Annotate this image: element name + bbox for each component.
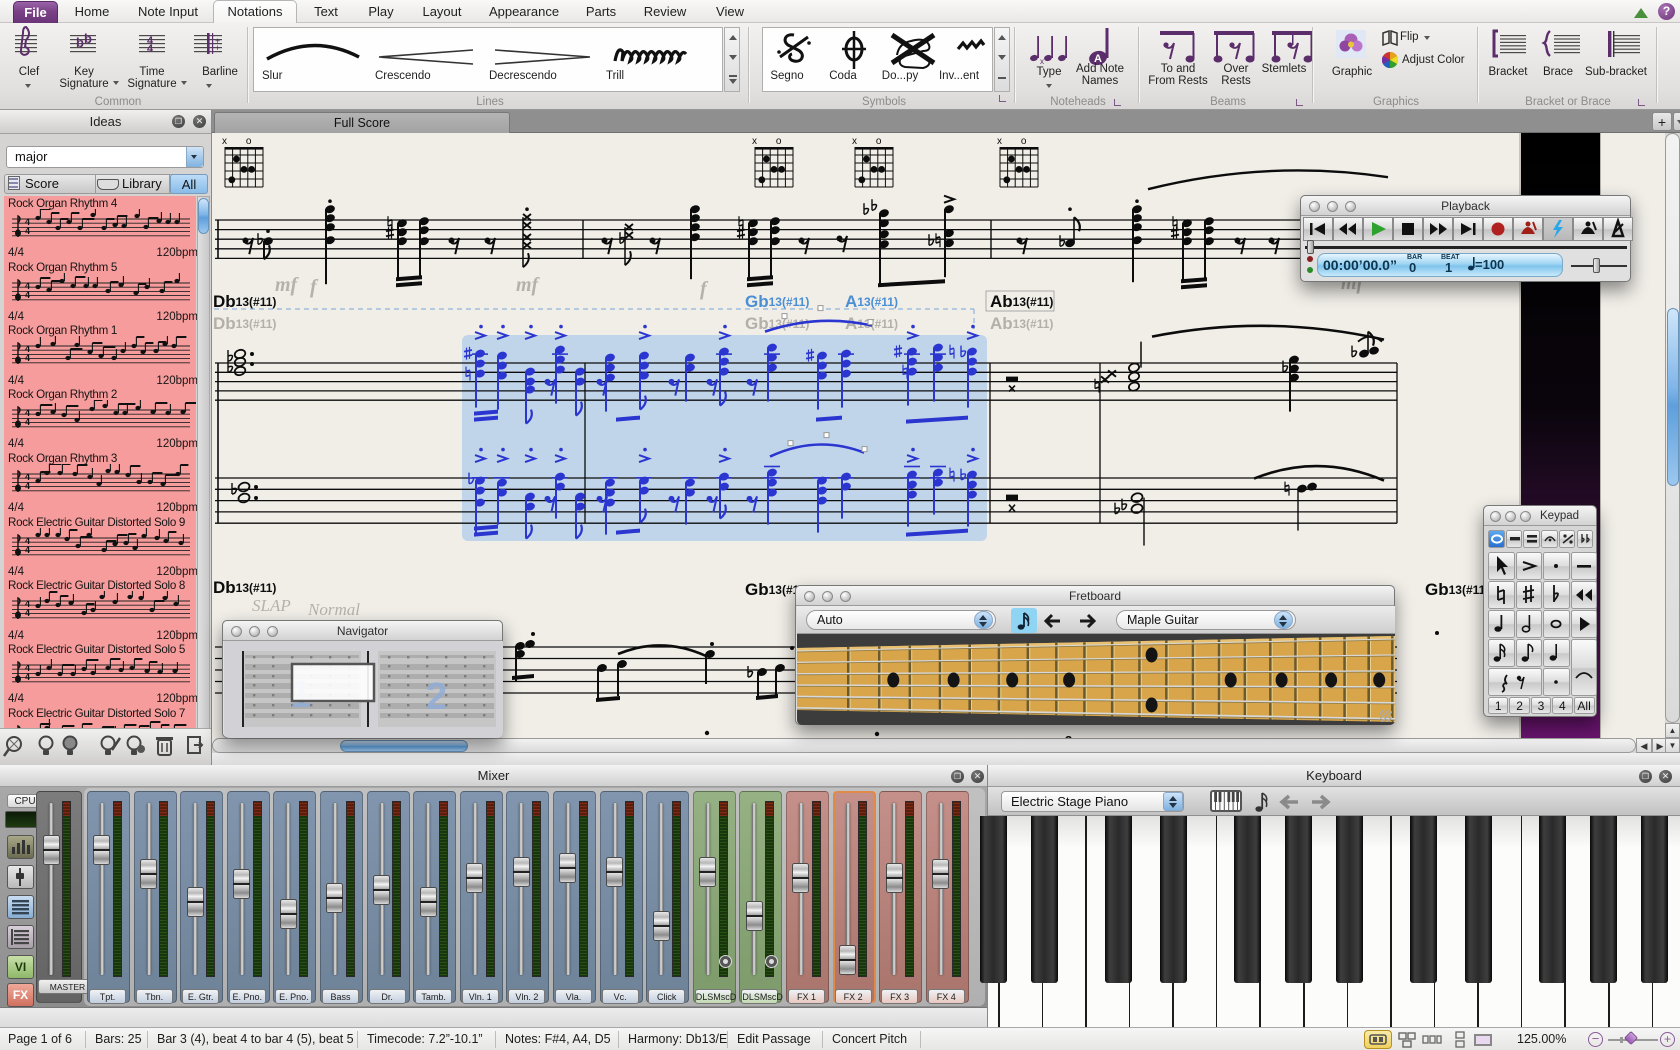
svg-text:4: 4 — [25, 417, 30, 427]
svg-text:Db13(#11): Db13(#11) — [213, 314, 276, 333]
svg-text:x: x — [1040, 57, 1044, 66]
svg-text:4: 4 — [25, 353, 30, 363]
svg-text:f: f — [700, 278, 709, 300]
svg-text:4: 4 — [25, 545, 30, 555]
svg-text:Ab13(#11): Ab13(#11) — [990, 314, 1053, 333]
svg-text:Ab13(#11): Ab13(#11) — [990, 292, 1053, 311]
svg-text:SLAP: SLAP — [252, 596, 291, 615]
svg-text:o: o — [876, 136, 882, 147]
svg-text:x: x — [997, 136, 1002, 147]
svg-text:x: x — [752, 136, 757, 147]
svg-text:mf: mf — [516, 274, 541, 296]
svg-text:4: 4 — [147, 43, 154, 55]
svg-text:+: + — [215, 43, 220, 53]
svg-text:b: b — [84, 31, 92, 46]
svg-text:mf: mf — [275, 274, 300, 296]
svg-text:x: x — [852, 136, 857, 147]
svg-text:f: f — [310, 276, 319, 298]
svg-text:4: 4 — [25, 672, 30, 682]
svg-text:Normal: Normal — [307, 600, 360, 619]
svg-text:x: x — [222, 136, 227, 147]
svg-text:o: o — [1021, 136, 1027, 147]
svg-text:4: 4 — [25, 226, 30, 236]
svg-text:o: o — [776, 136, 782, 147]
svg-text:Db13(#11): Db13(#11) — [213, 292, 276, 311]
svg-text:Gb13(#11): Gb13(#11) — [1425, 580, 1489, 599]
svg-text:4: 4 — [25, 290, 30, 300]
svg-text:b: b — [76, 35, 84, 50]
svg-text:4: 4 — [25, 481, 30, 491]
svg-text:Db13(#11): Db13(#11) — [213, 578, 276, 597]
svg-text:4: 4 — [25, 608, 30, 618]
svg-text:o: o — [246, 136, 252, 147]
svg-text:2: 2 — [426, 676, 447, 718]
svg-text:Gb13(#11): Gb13(#11) — [745, 292, 809, 311]
svg-text:A13(#11): A13(#11) — [845, 292, 898, 311]
